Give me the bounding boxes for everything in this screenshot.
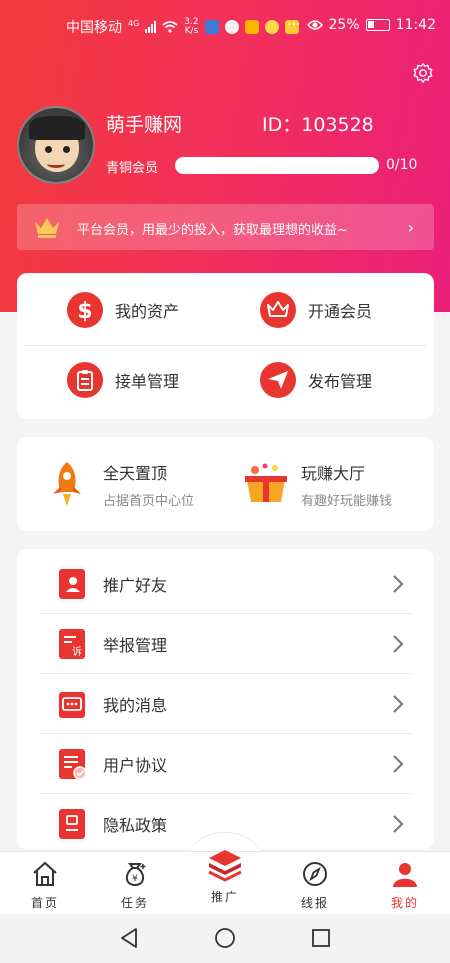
status-bar: 中国移动 4G 3.2 K/s ··· 25% 11:42 xyxy=(0,0,450,52)
level-progress-bar xyxy=(175,157,379,174)
chevron-right-icon xyxy=(393,815,404,833)
network-speed: 3.2 K/s xyxy=(184,17,199,36)
settings-button[interactable] xyxy=(412,62,434,84)
privacy-icon xyxy=(59,809,85,839)
promote-icon xyxy=(208,850,242,882)
svg-text:¥: ¥ xyxy=(132,874,138,884)
report-icon: 诉 xyxy=(59,628,85,659)
system-navigation-bar xyxy=(0,914,450,963)
clock: 11:42 xyxy=(395,17,436,33)
menu-item-label: 隐私政策 xyxy=(103,816,168,835)
chevron-right-icon xyxy=(393,575,404,593)
battery-icon xyxy=(365,19,390,31)
signal-icon xyxy=(145,21,157,33)
quick-action-assets[interactable]: $ 我的资产 xyxy=(67,292,179,328)
app-notification-icon xyxy=(264,20,279,34)
crown-icon xyxy=(35,218,59,238)
money-bag-icon: ¥ xyxy=(125,863,146,887)
tab-news[interactable]: 线报 xyxy=(270,852,360,915)
tab-label: 首页 xyxy=(30,896,59,910)
app-notification-icon xyxy=(244,20,259,34)
quick-action-label: 发布管理 xyxy=(308,372,373,391)
menu-item-label: 用户协议 xyxy=(103,755,168,775)
battery-percent: 25% xyxy=(328,17,360,33)
promo-item-play[interactable]: 玩赚大厅 有趣好玩能赚钱 xyxy=(243,437,392,531)
vip-banner[interactable]: 平台会员，用最少的投入，获取最理想的收益~ › xyxy=(17,204,434,250)
chevron-right-icon xyxy=(393,755,404,773)
menu-item-user-agreement[interactable]: 用户协议 xyxy=(39,734,412,794)
quick-actions-card: $ 我的资产 开通会员 接单管理 发布管理 xyxy=(17,273,434,419)
home-icon xyxy=(33,861,57,886)
promo-title: 全天置顶 xyxy=(103,463,168,483)
gift-box-icon xyxy=(245,463,287,502)
chevron-right-icon xyxy=(393,635,404,653)
menu-item-label: 举报管理 xyxy=(103,635,168,655)
user-icon xyxy=(393,863,417,887)
crown-icon xyxy=(260,292,296,328)
clipboard-icon xyxy=(67,362,103,398)
menu-item-report-management[interactable]: 诉 举报管理 xyxy=(39,614,412,674)
tab-label: 我的 xyxy=(390,896,419,910)
rocket-icon xyxy=(53,462,81,506)
svg-text:$: $ xyxy=(77,299,92,322)
promo-title: 玩赚大厅 xyxy=(301,463,366,483)
compass-icon xyxy=(303,862,327,886)
tab-label: 任务 xyxy=(120,896,149,910)
quick-action-label: 开通会员 xyxy=(308,302,373,321)
quick-action-orders[interactable]: 接单管理 xyxy=(67,362,179,398)
menu-item-label: 推广好友 xyxy=(103,575,168,595)
quick-action-publish[interactable]: 发布管理 xyxy=(260,362,372,398)
tab-home[interactable]: 首页 xyxy=(0,852,90,915)
avatar[interactable] xyxy=(17,106,95,184)
network-type: 4G xyxy=(128,18,140,28)
contact-book-icon xyxy=(59,568,85,599)
chevron-right-icon xyxy=(393,695,404,713)
dollar-icon: $ xyxy=(67,292,103,328)
divider xyxy=(25,345,426,346)
carrier-label: 中国移动 xyxy=(66,20,122,36)
more-notifications: ··· xyxy=(287,17,301,33)
send-icon xyxy=(260,362,296,398)
document-check-icon xyxy=(59,748,87,780)
promo-subtitle: 有趣好玩能赚钱 xyxy=(301,493,393,509)
chevron-right-icon: › xyxy=(407,218,414,237)
menu-item-label: 我的消息 xyxy=(103,695,168,715)
home-circle-icon[interactable] xyxy=(214,927,236,949)
app-notification-icon xyxy=(224,20,239,34)
promo-subtitle: 占据首页中心位 xyxy=(103,493,195,509)
message-icon xyxy=(59,691,85,718)
tab-tasks[interactable]: ¥ 任务 xyxy=(90,852,180,915)
promo-item-top[interactable]: 全天置顶 占据首页中心位 xyxy=(47,437,194,531)
app-notification-icon xyxy=(204,20,219,34)
tab-promote[interactable]: 推广 xyxy=(180,850,270,915)
member-level: 青铜会员 xyxy=(106,161,159,176)
quick-action-label: 接单管理 xyxy=(115,372,180,391)
gear-icon xyxy=(413,62,433,84)
menu-item-invite-friends[interactable]: 推广好友 xyxy=(39,554,412,614)
vip-banner-text: 平台会员，用最少的投入，获取最理想的收益~ xyxy=(77,223,348,238)
svg-text:诉: 诉 xyxy=(72,645,82,658)
tab-label: 线报 xyxy=(300,896,329,910)
tab-mine[interactable]: 我的 xyxy=(360,852,450,915)
wifi-icon xyxy=(162,21,178,33)
username: 萌手赚网 xyxy=(106,114,183,136)
promo-card: 全天置顶 占据首页中心位 玩赚大厅 有趣好玩能赚钱 xyxy=(17,437,434,531)
eye-icon xyxy=(306,20,323,30)
quick-action-membership[interactable]: 开通会员 xyxy=(260,292,372,328)
level-progress-text: 0/10 xyxy=(386,157,418,173)
quick-action-label: 我的资产 xyxy=(115,302,180,321)
back-icon[interactable] xyxy=(118,927,140,949)
menu-item-my-messages[interactable]: 我的消息 xyxy=(39,674,412,734)
recent-apps-icon[interactable] xyxy=(310,927,332,949)
bottom-tab-bar: 首页 ¥ 任务 推广 线报 我的 xyxy=(0,850,450,915)
menu-card: 推广好友 诉 举报管理 我的消息 用户协议 隐私政策 xyxy=(17,549,434,849)
tab-label: 推广 xyxy=(210,890,239,904)
user-id: ID：103528 xyxy=(262,114,374,136)
